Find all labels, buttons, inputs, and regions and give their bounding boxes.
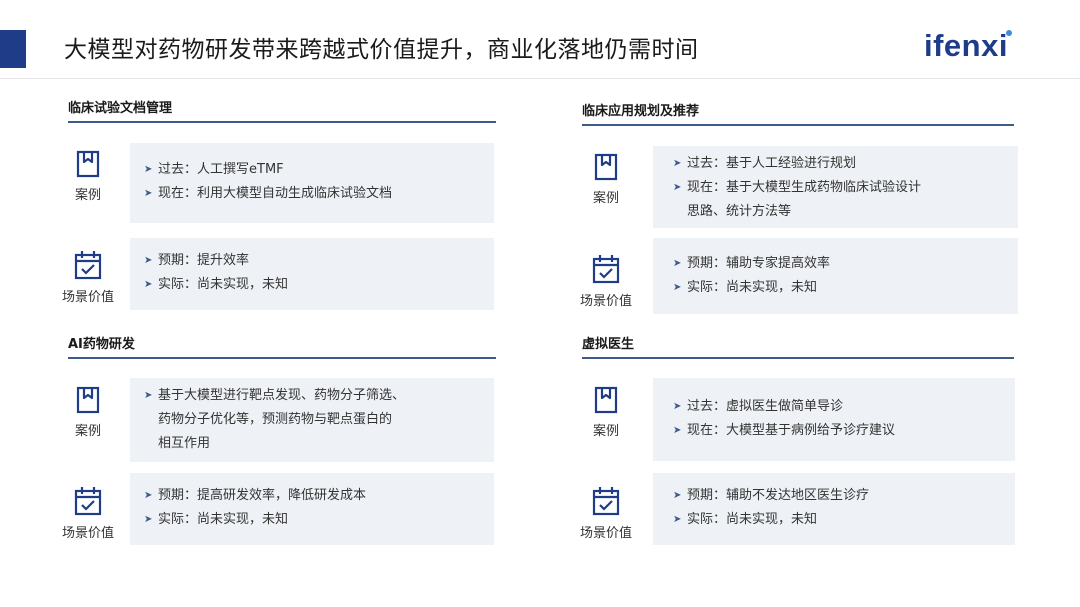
section-title: 临床应用规划及推荐 [582, 104, 700, 119]
value-box: ➤ 预期：辅助专家提高效率 ➤ 实际：尚未实现，未知 [653, 238, 1018, 314]
value-icon-group: 场景价值 [43, 250, 133, 305]
list-item: ➤ 过去：人工撰写eTMF [144, 158, 392, 182]
list-item: ➤ 基于大模型进行靶点发现、药物分子筛选、 药物分子优化等，预测药物与靶点蛋白的 … [144, 384, 405, 456]
section-divider [68, 121, 496, 123]
case-box: ➤ 过去：人工撰写eTMF ➤ 现在：利用大模型自动生成临床试验文档 [130, 143, 494, 223]
arrow-bullet-icon: ➤ [144, 490, 153, 501]
case-label: 案例 [592, 424, 619, 439]
arrow-bullet-icon: ➤ [673, 514, 682, 525]
arrow-bullet-icon: ➤ [144, 188, 153, 199]
value-box: ➤ 预期：提高研发效率，降低研发成本 ➤ 实际：尚未实现，未知 [130, 473, 494, 545]
list-item: ➤ 现在：基于大模型生成药物临床试验设计 思路、统计方法等 [673, 176, 921, 224]
bookmark-icon [594, 386, 618, 414]
section-title: 临床试验文档管理 [68, 101, 173, 116]
arrow-bullet-icon: ➤ [144, 255, 153, 266]
list-item: ➤ 过去：虚拟医生做简单导诊 [673, 395, 895, 419]
header-divider [0, 78, 1080, 79]
value-icon-group: 场景价值 [561, 254, 651, 309]
list-item: ➤ 实际：尚未实现，未知 [673, 508, 869, 532]
logo: ifenxi [924, 28, 1008, 63]
calendar-check-icon [74, 251, 102, 280]
arrow-bullet-icon: ➤ [144, 164, 153, 175]
calendar-check-icon [592, 255, 620, 284]
list-item: ➤ 现在：利用大模型自动生成临床试验文档 [144, 182, 392, 206]
section-divider [68, 357, 496, 359]
list-item: ➤ 实际：尚未实现，未知 [144, 508, 366, 532]
arrow-bullet-icon: ➤ [144, 390, 153, 401]
value-icon-group: 场景价值 [43, 486, 133, 541]
bookmark-icon [594, 153, 618, 181]
value-label: 场景价值 [579, 526, 632, 541]
arrow-bullet-icon: ➤ [144, 514, 153, 525]
case-icon-group: 案例 [43, 386, 133, 439]
case-box: ➤ 基于大模型进行靶点发现、药物分子筛选、 药物分子优化等，预测药物与靶点蛋白的 … [130, 378, 494, 462]
bookmark-icon [76, 150, 100, 178]
case-label: 案例 [74, 424, 101, 439]
section-title: 虚拟医生 [582, 337, 635, 352]
slide-title: 大模型对药物研发带来跨越式价值提升，商业化落地仍需时间 [64, 37, 699, 63]
arrow-bullet-icon: ➤ [673, 425, 682, 436]
section-divider [582, 357, 1014, 359]
list-item: ➤ 预期：辅助专家提高效率 [673, 252, 830, 276]
case-icon-group: 案例 [561, 153, 651, 206]
case-box: ➤ 过去：基于人工经验进行规划 ➤ 现在：基于大模型生成药物临床试验设计 思路、统计… [653, 146, 1018, 228]
list-item: ➤ 预期：提升效率 [144, 249, 288, 273]
arrow-bullet-icon: ➤ [673, 282, 682, 293]
list-item: ➤ 过去：基于人工经验进行规划 [673, 152, 921, 176]
list-item: ➤ 实际：尚未实现，未知 [144, 273, 288, 297]
arrow-bullet-icon: ➤ [673, 158, 682, 169]
arrow-bullet-icon: ➤ [673, 182, 682, 193]
value-box: ➤ 预期：提升效率 ➤ 实际：尚未实现，未知 [130, 238, 494, 310]
value-label: 场景价值 [579, 294, 632, 309]
list-item: ➤ 现在：大模型基于病例给予诊疗建议 [673, 419, 895, 443]
value-icon-group: 场景价值 [561, 486, 651, 541]
list-item: ➤ 实际：尚未实现，未知 [673, 276, 830, 300]
arrow-bullet-icon: ➤ [673, 258, 682, 269]
case-icon-group: 案例 [43, 150, 133, 203]
case-label: 案例 [592, 191, 619, 206]
arrow-bullet-icon: ➤ [673, 401, 682, 412]
case-icon-group: 案例 [561, 386, 651, 439]
list-item: ➤ 预期：辅助不发达地区医生诊疗 [673, 484, 869, 508]
value-label: 场景价值 [61, 290, 114, 305]
arrow-bullet-icon: ➤ [673, 490, 682, 501]
logo-dot [1006, 30, 1012, 36]
arrow-bullet-icon: ➤ [144, 279, 153, 290]
title-accent-bar [0, 30, 26, 68]
section-divider [582, 124, 1014, 126]
calendar-check-icon [74, 487, 102, 516]
value-box: ➤ 预期：辅助不发达地区医生诊疗 ➤ 实际：尚未实现，未知 [653, 473, 1015, 545]
list-item: ➤ 预期：提高研发效率，降低研发成本 [144, 484, 366, 508]
bookmark-icon [76, 386, 100, 414]
calendar-check-icon [592, 487, 620, 516]
value-label: 场景价值 [61, 526, 114, 541]
case-box: ➤ 过去：虚拟医生做简单导诊 ➤ 现在：大模型基于病例给予诊疗建议 [653, 378, 1015, 461]
case-label: 案例 [74, 188, 101, 203]
section-title: AI药物研发 [68, 337, 135, 352]
